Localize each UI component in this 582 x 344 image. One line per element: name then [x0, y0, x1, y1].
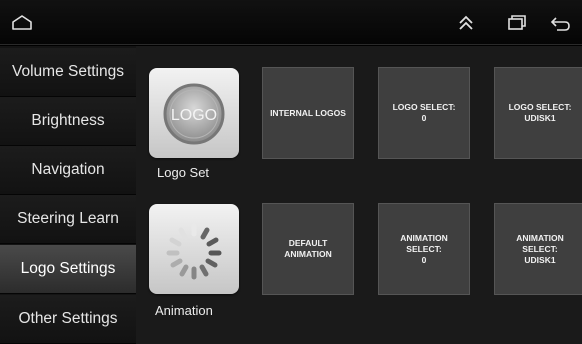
sidebar-item-navigation[interactable]: Navigation	[0, 146, 136, 195]
sidebar-item-logo-settings[interactable]: Logo Settings	[0, 245, 136, 294]
top-bar	[0, 0, 582, 45]
sidebar-item-label: Other Settings	[18, 310, 118, 327]
sidebar-item-label: Volume Settings	[11, 63, 124, 80]
collapse-up-icon[interactable]	[454, 12, 478, 34]
default-animation-button[interactable]: DEFAULT ANIMATION	[262, 203, 354, 295]
sidebar-item-steering-learn[interactable]: Steering Learn	[0, 195, 136, 244]
settings-sidebar: Volume Settings Brightness Navigation St…	[0, 46, 136, 344]
internal-logos-button[interactable]: INTERNAL LOGOS	[262, 67, 354, 159]
logo-select-0-button[interactable]: LOGO SELECT: 0	[378, 67, 470, 159]
sidebar-item-label: Navigation	[31, 161, 105, 178]
logo-set-caption: Logo Set	[157, 165, 210, 180]
recent-apps-icon[interactable]	[504, 12, 528, 34]
sidebar-item-other-settings[interactable]: Other Settings	[0, 295, 136, 344]
animation-select-0-button[interactable]: ANIMATION SELECT: 0	[378, 203, 470, 295]
logo-set-button[interactable]: LOGO	[149, 68, 239, 158]
logo-icon: LOGO	[163, 83, 225, 145]
logo-settings-panel: LOGO Logo Set INTERNAL LOGOS LOGO SELECT…	[136, 46, 582, 344]
animation-button[interactable]	[149, 204, 239, 294]
sidebar-item-label: Logo Settings	[20, 260, 116, 277]
animation-select-udisk1-button[interactable]: ANIMATION SELECT: UDISK1	[494, 203, 582, 295]
home-icon[interactable]	[10, 12, 34, 34]
loading-spinner-icon	[166, 223, 222, 280]
sidebar-item-brightness[interactable]: Brightness	[0, 97, 136, 146]
animation-caption: Animation	[155, 303, 213, 318]
sidebar-item-label: Steering Learn	[17, 210, 119, 227]
back-icon[interactable]	[548, 12, 572, 34]
logo-icon-text: LOGO	[171, 107, 217, 124]
sidebar-item-label: Brightness	[31, 112, 105, 129]
logo-select-udisk1-button[interactable]: LOGO SELECT: UDISK1	[494, 67, 582, 159]
sidebar-item-volume-settings[interactable]: Volume Settings	[0, 48, 136, 97]
